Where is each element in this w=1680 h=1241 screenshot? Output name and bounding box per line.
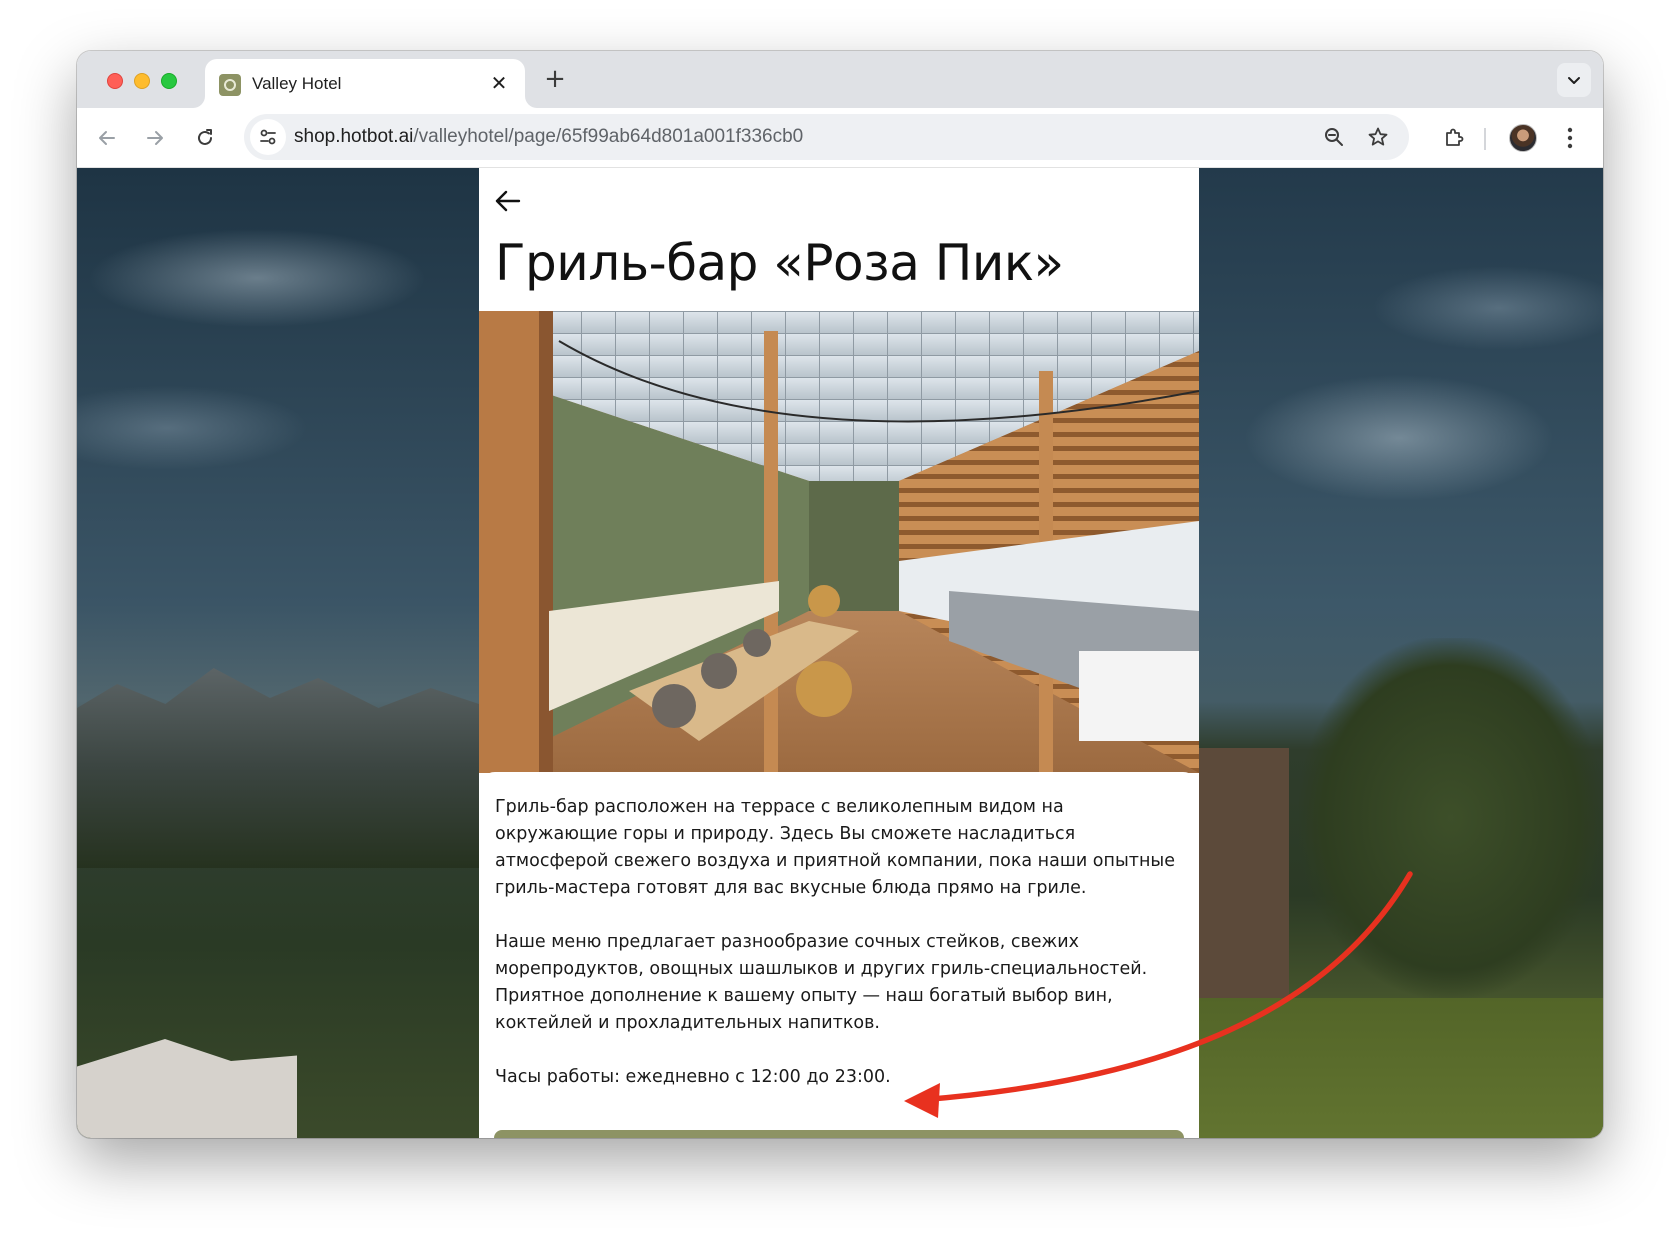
description-paragraph-2: Наше меню предлагает разнообразие сочных… <box>495 932 1148 1033</box>
back-button[interactable] <box>93 124 121 152</box>
tab-strip: Valley Hotel ✕ + <box>77 51 1603 108</box>
page-card: Гриль-бар «Роза Пик» Гриль-бар расположе… <box>479 168 1199 1138</box>
chevron-down-icon <box>1568 77 1580 84</box>
arrow-left-icon <box>495 190 521 212</box>
background-trees <box>1299 638 1603 998</box>
zoom-button[interactable] <box>1322 125 1346 149</box>
hotel-logo-icon <box>219 74 241 96</box>
background-landscape-left <box>77 168 479 1138</box>
reload-icon <box>198 129 212 145</box>
star-icon <box>1368 127 1388 146</box>
extensions-button[interactable] <box>1439 123 1469 153</box>
url-host: shop.hotbot.ai <box>294 126 414 147</box>
close-window-button[interactable] <box>107 73 123 89</box>
browser-toolbar: shop.hotbot.ai/valleyhotel/page/65f99ab6… <box>77 108 1603 168</box>
background-building <box>1199 748 1289 1018</box>
tune-icon <box>260 129 276 145</box>
background-mountains <box>77 668 479 868</box>
opening-hours: Часы работы: ежедневно с 12:00 до 23:00. <box>495 1067 891 1087</box>
address-bar[interactable]: shop.hotbot.ai/valleyhotel/page/65f99ab6… <box>244 114 1409 160</box>
arrow-left-icon <box>99 131 115 145</box>
browser-window: Valley Hotel ✕ + shop.hotbot.ai/valleyho… <box>77 51 1603 1138</box>
url-path: /valleyhotel/page/65f99ab64d801a001f336c… <box>413 126 804 147</box>
primary-action-button[interactable] <box>494 1130 1184 1138</box>
tab-valley-hotel[interactable]: Valley Hotel ✕ <box>205 59 525 108</box>
tab-search-button[interactable] <box>1557 63 1591 97</box>
more-vert-icon <box>1567 127 1573 149</box>
background-lawn <box>1199 998 1603 1138</box>
toolbar-separator <box>1484 128 1486 150</box>
bookmark-button[interactable] <box>1366 125 1390 149</box>
site-info-button[interactable] <box>250 119 286 155</box>
zoom-out-icon <box>1325 128 1343 146</box>
terrace-illustration <box>479 311 1199 773</box>
description-paragraph-1: Гриль-бар расположен на террасе с велико… <box>495 797 1175 898</box>
arrow-right-icon <box>147 131 163 145</box>
back-link[interactable] <box>493 186 523 216</box>
new-tab-button[interactable]: + <box>540 65 570 95</box>
reload-button[interactable] <box>191 124 219 152</box>
minimize-window-button[interactable] <box>134 73 150 89</box>
page-title: Гриль-бар «Роза Пик» <box>495 234 1064 292</box>
description-panel: Гриль-бар расположен на террасе с велико… <box>479 772 1199 1138</box>
page-viewport: Гриль-бар «Роза Пик» Гриль-бар расположе… <box>77 168 1603 1138</box>
browser-menu-button[interactable] <box>1555 123 1585 153</box>
forward-button[interactable] <box>141 124 169 152</box>
close-tab-icon[interactable]: ✕ <box>487 71 511 95</box>
restaurant-terrace-photo <box>479 311 1199 773</box>
puzzle-icon <box>1446 128 1464 146</box>
profile-avatar[interactable] <box>1509 124 1537 152</box>
maximize-window-button[interactable] <box>161 73 177 89</box>
url-text[interactable]: shop.hotbot.ai/valleyhotel/page/65f99ab6… <box>294 126 803 148</box>
tab-title: Valley Hotel <box>252 74 342 93</box>
